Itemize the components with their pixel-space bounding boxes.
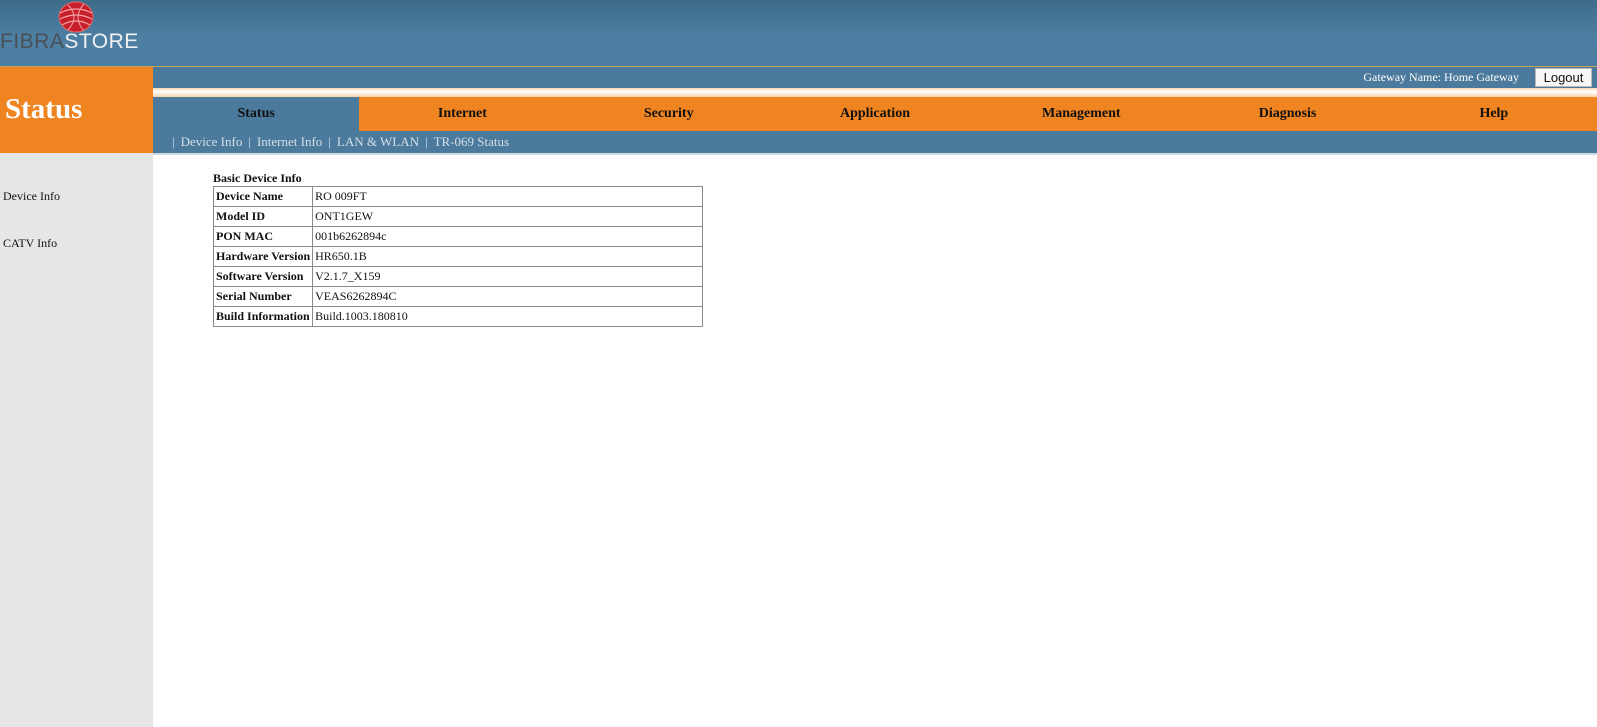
sidebar: Device Info CATV Info	[0, 153, 153, 727]
basic-device-info-title: Basic Device Info	[213, 171, 302, 185]
device-info-table: Device Name RO 009FT Model ID ONT1GEW PO…	[212, 186, 704, 327]
subnav-device-info[interactable]: Device Info	[181, 134, 243, 149]
table-row: Software Version V2.1.7_X159	[212, 266, 704, 287]
row-value: ONT1GEW	[312, 206, 704, 227]
sub-nav-rule	[153, 153, 1597, 155]
row-label: Serial Number	[212, 286, 314, 307]
tab-internet[interactable]: Internet	[359, 97, 565, 131]
tab-security[interactable]: Security	[566, 97, 772, 131]
table-row: Hardware Version HR650.1B	[212, 246, 704, 267]
sub-nav-separator: |	[424, 134, 428, 149]
row-value: VEAS6262894C	[312, 286, 704, 307]
gateway-bar: Gateway Name: Home Gateway	[153, 67, 1597, 88]
sub-nav: | Device Info | Internet Info | LAN & WLAN | TR…	[153, 131, 1597, 153]
tab-help[interactable]: Help	[1391, 97, 1597, 131]
row-label: Hardware Version	[212, 246, 314, 267]
row-value: HR650.1B	[312, 246, 704, 267]
tab-diagnosis[interactable]: Diagnosis	[1184, 97, 1390, 131]
logo-wordmark: FIBRASTORE	[0, 30, 139, 53]
logout-button[interactable]: Logout	[1535, 68, 1592, 87]
tab-management[interactable]: Management	[978, 97, 1184, 131]
table-row: PON MAC 001b6262894c	[212, 226, 704, 247]
table-row: Device Name RO 009FT	[212, 186, 704, 207]
subnav-internet-info[interactable]: Internet Info	[257, 134, 322, 149]
section-title-box: Status	[0, 67, 153, 153]
top-banner	[0, 0, 1597, 66]
row-value: RO 009FT	[312, 186, 704, 207]
row-value: Build.1003.180810	[312, 306, 704, 327]
row-label: Build Information	[212, 306, 314, 327]
row-label: Model ID	[212, 206, 314, 227]
gateway-name: Gateway Name: Home Gateway	[1363, 70, 1519, 84]
row-label: PON MAC	[212, 226, 314, 247]
row-label: Device Name	[212, 186, 314, 207]
table-row: Build Information Build.1003.180810	[212, 306, 704, 327]
row-value: 001b6262894c	[312, 226, 704, 247]
tab-status[interactable]: Status	[153, 97, 360, 131]
main-nav: Status Internet Security Application Man…	[153, 97, 1597, 131]
section-title: Status	[5, 93, 83, 125]
table-row: Model ID ONT1GEW	[212, 206, 704, 227]
subnav-lan-wlan[interactable]: LAN & WLAN	[337, 134, 419, 149]
fibrastore-logo: FIBRASTORE	[0, 0, 160, 66]
row-label: Software Version	[212, 266, 314, 287]
table-row: Serial Number VEAS6262894C	[212, 286, 704, 307]
sub-nav-separator: |	[328, 134, 331, 149]
sidebar-item-catv-info[interactable]: CATV Info	[3, 236, 57, 251]
nav-accent-bar	[153, 88, 1597, 97]
tab-application[interactable]: Application	[772, 97, 978, 131]
sub-nav-separator: |	[172, 134, 175, 149]
sub-nav-separator: |	[248, 134, 251, 149]
subnav-tr069-status[interactable]: TR-069 Status	[434, 134, 509, 149]
sidebar-item-device-info[interactable]: Device Info	[3, 189, 60, 204]
row-value: V2.1.7_X159	[312, 266, 704, 287]
